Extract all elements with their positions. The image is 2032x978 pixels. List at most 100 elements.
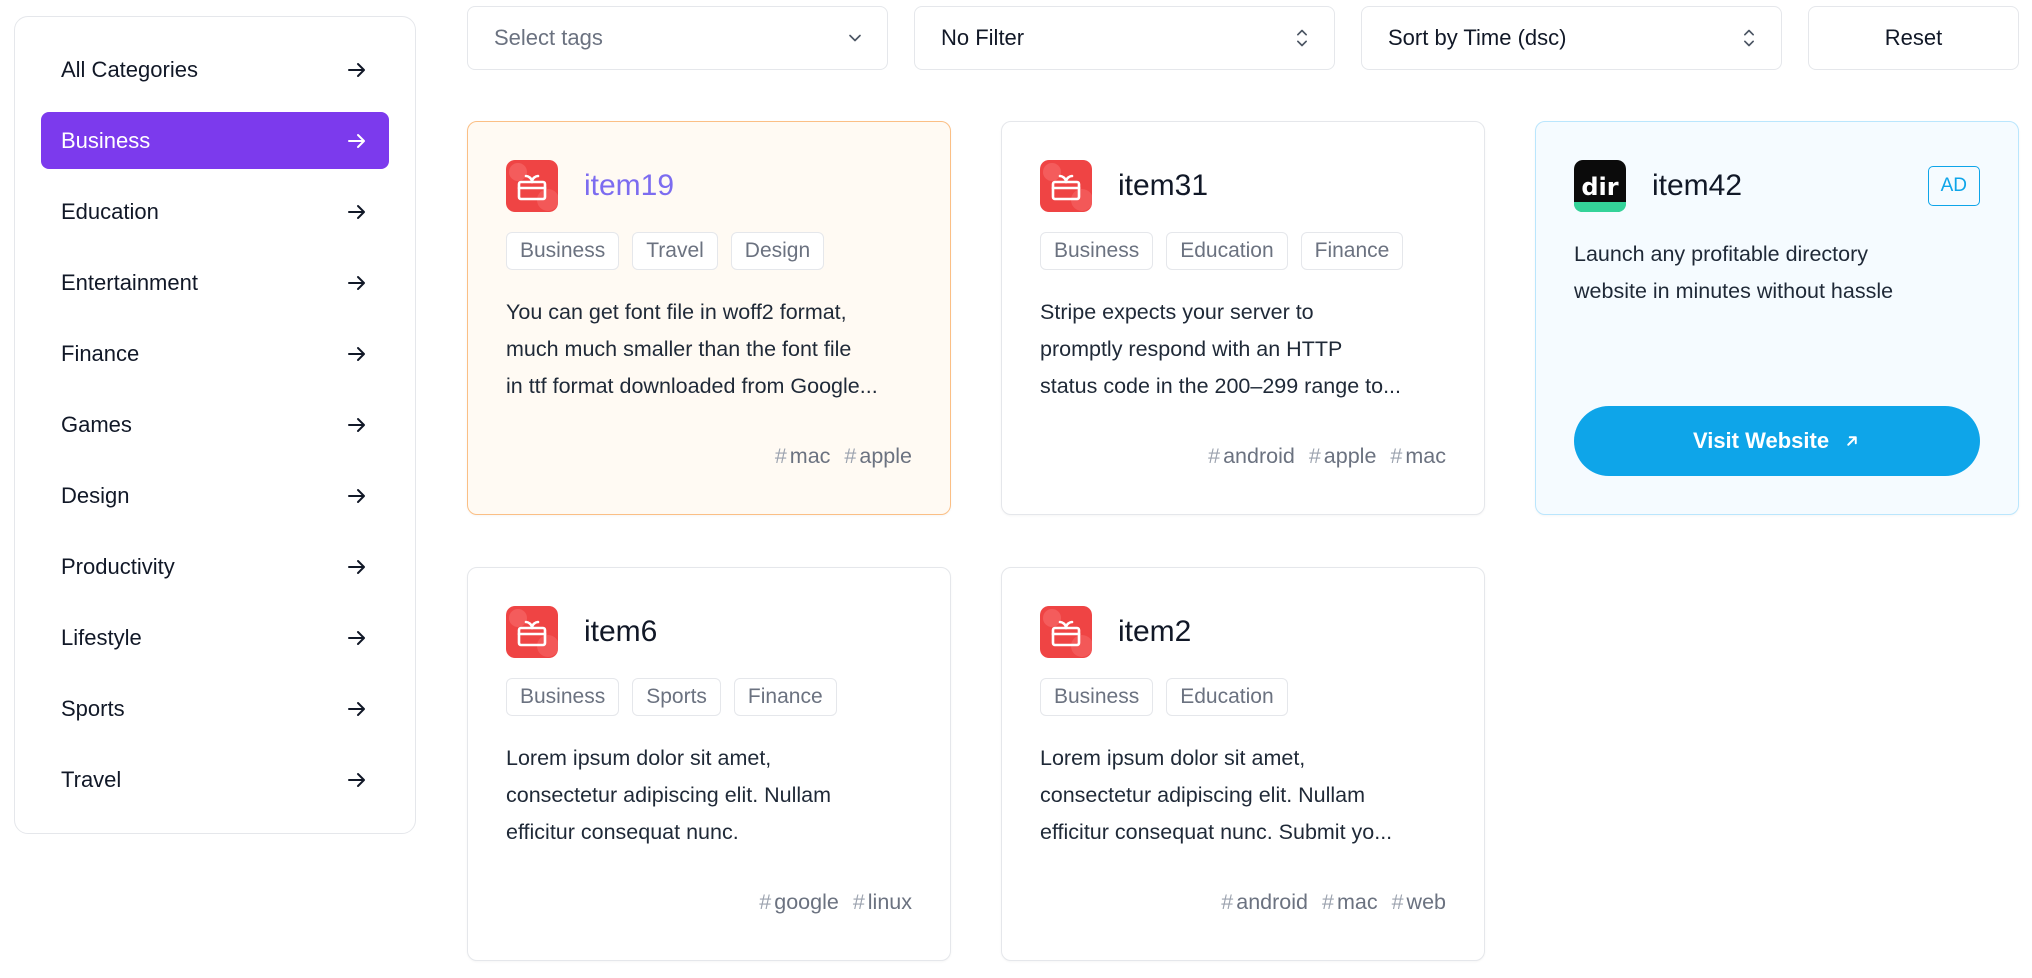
arrow-right-icon <box>348 417 365 432</box>
description-line: efficitur consequat nunc. <box>506 820 739 844</box>
sidebar-item-label: Business <box>61 127 151 153</box>
arrow-right-icon <box>348 62 365 77</box>
sidebar-item-label: Lifestyle <box>61 624 142 650</box>
description-line: consectetur adipiscing elit. Nullam <box>1040 783 1366 807</box>
sidebar-item-label: Design <box>61 482 130 508</box>
tag[interactable]: Business <box>1040 232 1154 270</box>
card-title[interactable]: item42 <box>1652 169 1742 203</box>
card-description: Stripe expects your server to promptly r… <box>1040 294 1446 405</box>
tag[interactable]: Finance <box>733 678 837 716</box>
item-card[interactable]: item31 Business Education Finance Stripe… <box>1001 121 1485 515</box>
sidebar-item-sports[interactable]: Sports <box>41 680 389 737</box>
tag[interactable]: Business <box>506 678 620 716</box>
hashtag[interactable]: # apple <box>844 444 912 469</box>
category-sidebar: All Categories Business Education Entert… <box>14 16 416 834</box>
hash-icon: # <box>1391 890 1404 914</box>
visit-website-label: Visit Website <box>1692 428 1830 453</box>
sidebar-item-lifestyle[interactable]: Lifestyle <box>41 609 389 666</box>
tag[interactable]: Business <box>506 232 620 270</box>
chevron-down-icon <box>849 34 861 42</box>
tag[interactable]: Business <box>1040 678 1154 716</box>
gift-app-icon <box>1040 160 1092 212</box>
item-card[interactable]: item19 Business Travel Design You can ge… <box>467 121 951 515</box>
tag[interactable]: Education <box>1166 232 1288 270</box>
arrow-right-icon <box>348 772 365 787</box>
filter-select[interactable]: No Filter <box>914 6 1335 70</box>
hashtag-list: # android # mac # web <box>1221 890 1446 915</box>
description-line: website in minutes without hassle <box>1574 279 1894 303</box>
arrow-right-icon <box>348 275 365 290</box>
tag[interactable]: Sports <box>632 678 721 716</box>
hashtag[interactable]: # android <box>1208 444 1295 469</box>
sidebar-item-label: Productivity <box>61 553 175 579</box>
hash-icon: # <box>1221 890 1234 914</box>
tag[interactable]: Education <box>1166 678 1288 716</box>
reset-button[interactable]: Reset <box>1808 6 2019 70</box>
hashtag-label: apple <box>1323 444 1377 468</box>
item-card[interactable]: item6 Business Sports Finance Lorem ipsu… <box>467 567 951 961</box>
hashtag-list: # mac # apple <box>775 444 912 469</box>
hash-icon: # <box>1308 444 1321 468</box>
hashtag-label: mac <box>1405 444 1446 468</box>
arrow-right-icon <box>348 488 365 503</box>
card-title[interactable]: item31 <box>1118 169 1208 203</box>
arrow-up-right-icon <box>1847 436 1857 446</box>
card-title[interactable]: item19 <box>584 169 674 203</box>
arrow-right-icon <box>348 204 365 219</box>
sidebar-item-label: Games <box>61 411 132 437</box>
sidebar-item-all-categories[interactable]: All Categories <box>41 41 389 98</box>
ad-description: Launch any profitable directory website … <box>1574 236 1980 310</box>
sidebar-item-label: Travel <box>61 766 122 792</box>
item-card[interactable]: item2 Business Education Lorem ipsum dol… <box>1001 567 1485 961</box>
tag-list: Business Education Finance <box>1040 232 1446 270</box>
sort-select[interactable]: Sort by Time (dsc) <box>1361 6 1782 70</box>
description-line: You can get font file in woff2 format, <box>506 300 847 324</box>
sidebar-item-finance[interactable]: Finance <box>41 325 389 382</box>
hashtag-label: google <box>774 890 839 914</box>
sidebar-item-productivity[interactable]: Productivity <box>41 538 389 595</box>
chevron-up-down-icon <box>1297 29 1307 47</box>
hashtag[interactable]: # apple <box>1309 444 1377 469</box>
description-line: Lorem ipsum dolor sit amet, <box>1040 746 1306 770</box>
hashtag-label: apple <box>859 444 912 468</box>
card-header: item19 <box>506 160 912 212</box>
sidebar-item-travel[interactable]: Travel <box>41 751 389 808</box>
hashtag-label: mac <box>789 444 831 468</box>
tag[interactable]: Finance <box>1300 232 1404 270</box>
sidebar-item-business[interactable]: Business <box>41 112 389 169</box>
sidebar-item-games[interactable]: Games <box>41 396 389 453</box>
hash-icon: # <box>1208 444 1221 468</box>
sidebar-item-label: Sports <box>61 695 125 721</box>
hashtag[interactable]: # android <box>1221 890 1308 915</box>
hashtag[interactable]: # mac <box>1322 890 1378 915</box>
card-title[interactable]: item6 <box>584 615 657 649</box>
hashtag[interactable]: # google <box>759 890 839 915</box>
logo-text: dir <box>1581 173 1618 201</box>
ad-badge: AD <box>1927 166 1980 206</box>
hashtag[interactable]: # mac <box>775 444 831 469</box>
card-title[interactable]: item2 <box>1118 615 1191 649</box>
gift-app-icon <box>506 160 558 212</box>
hashtag[interactable]: # mac <box>1390 444 1446 469</box>
hashtag[interactable]: # linux <box>853 890 912 915</box>
hashtag[interactable]: # web <box>1392 890 1446 915</box>
hashtag-label: linux <box>867 890 912 914</box>
tags-select[interactable]: Select tags <box>467 6 888 70</box>
sidebar-item-entertainment[interactable]: Entertainment <box>41 254 389 311</box>
tag[interactable]: Design <box>730 232 825 270</box>
card-description: Lorem ipsum dolor sit amet, consectetur … <box>1040 740 1446 851</box>
hash-icon: # <box>844 444 857 468</box>
tags-select-placeholder: Select tags <box>494 25 603 50</box>
reset-button-label: Reset <box>1884 25 1943 50</box>
gift-app-icon <box>506 606 558 658</box>
description-line: Launch any profitable directory <box>1574 242 1869 266</box>
sidebar-item-design[interactable]: Design <box>41 467 389 524</box>
hash-icon: # <box>852 890 865 914</box>
card-description: You can get font file in woff2 format, m… <box>506 294 912 405</box>
tag-list: Business Sports Finance <box>506 678 912 716</box>
tag[interactable]: Travel <box>632 232 718 270</box>
sidebar-item-label: Finance <box>61 340 140 366</box>
visit-website-button[interactable]: Visit Website <box>1574 406 1980 476</box>
sidebar-item-education[interactable]: Education <box>41 183 389 240</box>
card-header: item6 <box>506 606 912 658</box>
